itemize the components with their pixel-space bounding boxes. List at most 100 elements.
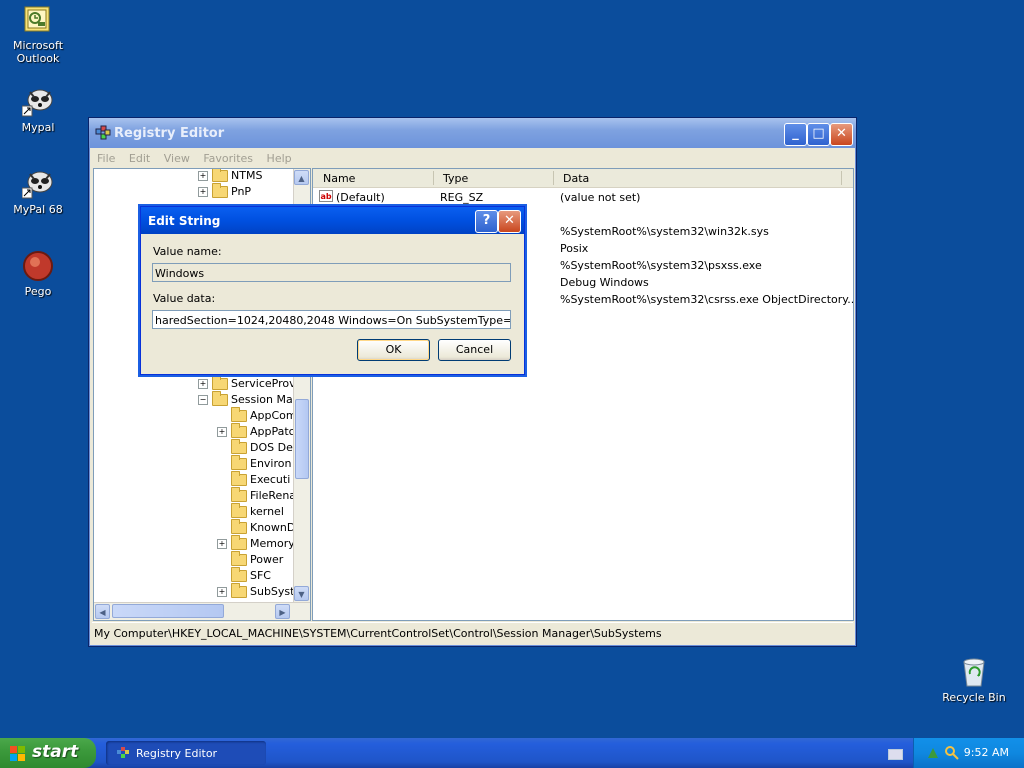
start-button[interactable]: start <box>0 738 96 768</box>
tree-item[interactable]: Power <box>217 551 283 569</box>
tree-item[interactable]: + Memory <box>217 535 295 553</box>
windows-logo-icon <box>10 746 25 761</box>
network-icon[interactable] <box>926 746 940 760</box>
ok-button[interactable]: OK <box>357 339 430 361</box>
mypal-icon <box>21 86 54 118</box>
folder-icon <box>231 487 247 502</box>
help-button[interactable]: ? <box>475 210 498 233</box>
folder-icon <box>231 551 247 566</box>
tree-item-label: PnP <box>231 185 252 198</box>
scroll-thumb[interactable] <box>112 604 224 618</box>
scroll-right-icon[interactable]: ▶ <box>275 604 290 619</box>
scroll-down-icon[interactable]: ▼ <box>294 586 309 601</box>
expand-placeholder <box>217 475 227 485</box>
desktop-icon-label: Microsoft <box>12 39 64 52</box>
expand-icon[interactable]: + <box>217 587 227 597</box>
expand-icon[interactable]: + <box>198 379 208 389</box>
desktop-icon-recycle-bin[interactable]: Recycle Bin <box>936 656 1012 704</box>
column-divider[interactable] <box>553 171 554 185</box>
expand-placeholder <box>217 571 227 581</box>
tree-item-label: Session Mar <box>231 393 298 406</box>
keyboard-icon[interactable] <box>888 749 903 760</box>
expand-placeholder <box>217 507 227 517</box>
tree-item[interactable]: + PnP <box>198 183 252 201</box>
dialog-close-button[interactable]: ✕ <box>498 210 521 233</box>
status-path: My Computer\HKEY_LOCAL_MACHINE\SYSTEM\Cu… <box>94 627 662 640</box>
tree-item-label: Environ <box>250 457 292 470</box>
menu-file[interactable]: File <box>92 148 120 165</box>
outlook-icon <box>22 4 54 36</box>
expand-icon[interactable]: + <box>217 427 227 437</box>
search-icon[interactable] <box>944 745 960 761</box>
tree-item[interactable]: FileRena <box>217 487 297 505</box>
scroll-left-icon[interactable]: ◀ <box>95 604 110 619</box>
expand-placeholder <box>217 411 227 421</box>
menu-favorites[interactable]: Favorites <box>198 148 258 165</box>
desktop-icon-mypal[interactable]: Mypal <box>0 86 76 134</box>
tree-item-label: KnownD <box>250 521 296 534</box>
window-titlebar[interactable]: Registry Editor _ □ ✕ <box>89 118 856 148</box>
tree-item-label: FileRena <box>250 489 297 502</box>
tree-item[interactable]: kernel <box>217 503 284 521</box>
expand-placeholder <box>217 459 227 469</box>
expand-placeholder <box>217 523 227 533</box>
tree-item[interactable]: KnownD <box>217 519 296 537</box>
desktop-icon-outlook[interactable]: Microsoft Outlook <box>0 4 76 65</box>
minimize-button[interactable]: _ <box>784 123 807 146</box>
tree-item[interactable]: AppCom <box>217 407 297 425</box>
cancel-button[interactable]: Cancel <box>438 339 511 361</box>
tree-item-label: Executi <box>250 473 291 486</box>
tree-item[interactable]: + NTMS <box>198 169 262 185</box>
taskbar-item-registry-editor[interactable]: Registry Editor <box>106 741 266 765</box>
tree-item[interactable]: Environ <box>217 455 292 473</box>
expand-icon[interactable]: + <box>217 539 227 549</box>
tree-item[interactable]: − Session Mar <box>198 391 298 409</box>
mypal68-icon <box>21 168 54 200</box>
value-data: Debug Windows <box>560 276 649 289</box>
desktop-icon-label: Recycle Bin <box>942 691 1006 704</box>
folder-icon <box>212 169 228 182</box>
tree-item[interactable]: SFC <box>217 567 271 585</box>
folder-icon <box>231 439 247 454</box>
column-type[interactable]: Type <box>443 172 468 185</box>
maximize-button[interactable]: □ <box>807 123 830 146</box>
tree-item[interactable]: + AppPatc <box>217 423 295 441</box>
registry-editor-icon <box>95 125 111 140</box>
tree-horizontal-scrollbar[interactable]: ◀ ▶ <box>94 602 310 620</box>
desktop-icon-label: Mypal <box>21 121 55 134</box>
value-type: REG_SZ <box>440 191 484 204</box>
tree-item-label: AppCom <box>250 409 297 422</box>
expand-icon[interactable]: + <box>198 187 208 197</box>
close-button[interactable]: ✕ <box>830 123 853 146</box>
menu-edit[interactable]: Edit <box>124 148 155 165</box>
tree-item-label: ServiceProv <box>231 377 296 390</box>
column-name[interactable]: Name <box>323 172 355 185</box>
menu-view[interactable]: View <box>159 148 195 165</box>
desktop-icon-pego[interactable]: Pego <box>0 250 76 298</box>
value-data: %SystemRoot%\system32\csrss.exe ObjectDi… <box>560 293 854 306</box>
collapse-icon[interactable]: − <box>198 395 208 405</box>
taskbar-item-label: Registry Editor <box>136 747 218 760</box>
menu-help[interactable]: Help <box>262 148 297 165</box>
tree-item-label: NTMS <box>231 169 263 182</box>
scroll-thumb[interactable] <box>295 399 309 479</box>
column-data[interactable]: Data <box>563 172 589 185</box>
dialog-titlebar[interactable]: Edit String ? ✕ <box>141 207 524 234</box>
list-row[interactable]: ab (Default) REG_SZ (value not set) <box>313 189 853 206</box>
folder-icon <box>212 183 228 198</box>
tree-item-selected[interactable]: + SubSyst <box>217 583 294 601</box>
tree-item[interactable]: Executi <box>217 471 291 489</box>
column-divider[interactable] <box>433 171 434 185</box>
value-name: (Default) <box>336 191 385 204</box>
scroll-up-icon[interactable]: ▲ <box>294 170 309 185</box>
folder-icon <box>231 423 247 438</box>
expand-icon[interactable]: + <box>198 171 208 181</box>
tree-item[interactable]: DOS De <box>217 439 293 457</box>
value-data-input[interactable]: haredSection=1024,20480,2048 Windows=On … <box>152 310 511 329</box>
edit-string-dialog[interactable]: Edit String ? ✕ Value name: Windows Valu… <box>140 206 525 375</box>
desktop-icon-mypal68[interactable]: MyPal 68 <box>0 168 76 216</box>
menubar: File Edit View Favorites Help <box>92 148 853 168</box>
taskbar: start Registry Editor 9:52 AM <box>0 738 1024 768</box>
registry-editor-window[interactable]: Registry Editor _ □ ✕ File Edit View Fav… <box>88 117 857 647</box>
column-divider[interactable] <box>841 171 842 185</box>
